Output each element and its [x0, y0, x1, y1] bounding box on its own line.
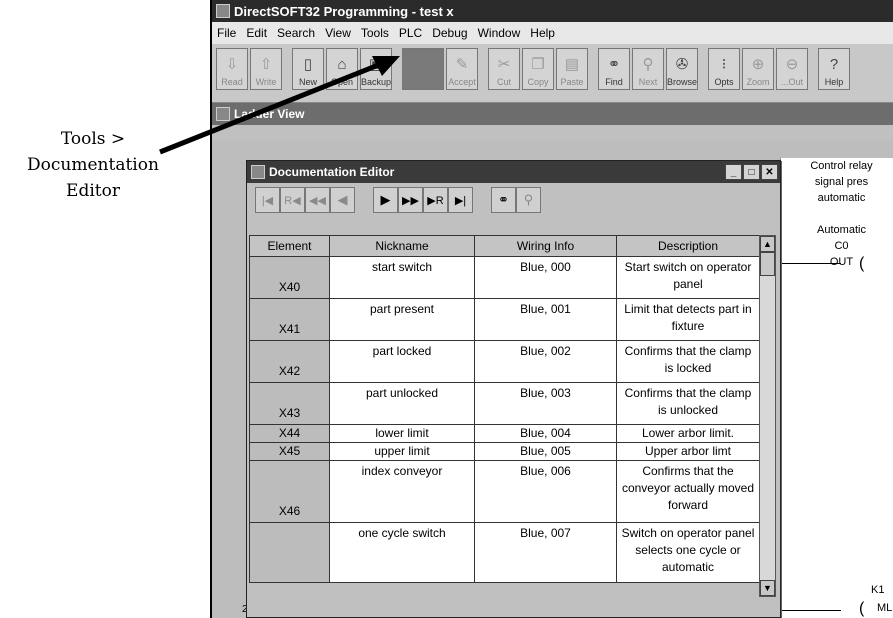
callout-arrow — [159, 56, 400, 155]
